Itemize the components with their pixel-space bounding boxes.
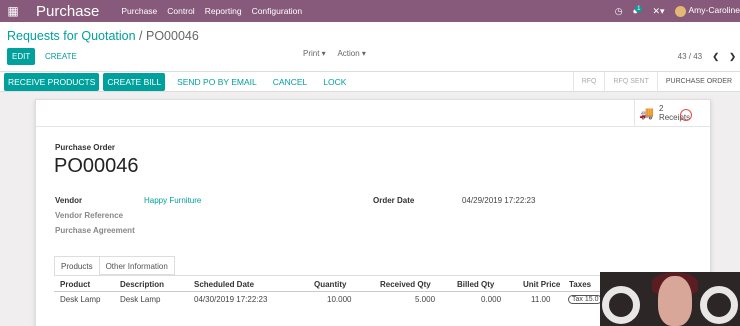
send-po-button[interactable]: SEND PO BY EMAIL <box>173 73 261 91</box>
debug-icon[interactable]: ✕▾ <box>652 6 664 17</box>
app-title[interactable]: Purchase <box>36 3 99 20</box>
menu-purchase[interactable]: Purchase <box>121 6 157 16</box>
cancel-button[interactable]: CANCEL <box>269 73 311 91</box>
cell-billed-qty: 0.000 <box>481 295 502 304</box>
vendor-label: Vendor <box>55 196 83 205</box>
tax-tag[interactable]: Tax 15.0 <box>568 295 603 304</box>
actions-bar: Print ▾ Action ▾ <box>303 49 376 58</box>
pager-value[interactable]: 43 / 43 <box>678 52 702 61</box>
create-bill-button[interactable]: CREATE BILL <box>103 72 166 91</box>
document-type-label: Purchase Order <box>55 143 116 152</box>
edit-button[interactable]: EDIT <box>7 48 36 65</box>
apps-grid-icon[interactable]: ▦ <box>2 0 24 22</box>
order-date-value: 04/29/2019 17:22:23 <box>462 196 536 205</box>
control-panel: Requests for Quotation / PO00046 EDIT CR… <box>0 22 740 72</box>
avatar <box>674 5 686 17</box>
cell-description: Desk Lamp <box>120 295 161 304</box>
receipts-smart-button[interactable]: 🚚 2 Receipts <box>634 100 710 126</box>
vendor-reference-label: Vendor Reference <box>55 211 124 220</box>
menu-configuration[interactable]: Configuration <box>252 6 303 16</box>
col-scheduled-date[interactable]: Scheduled Date <box>194 280 254 289</box>
menu-control[interactable]: Control <box>167 6 194 16</box>
stage-rfq-sent[interactable]: RFQ SENT <box>604 72 656 92</box>
webcam-ring-shape <box>700 286 738 324</box>
user-menu[interactable]: Amy-Caroline <box>674 5 740 17</box>
pager: 43 / 43 ❮ ❯ <box>678 52 736 61</box>
pager-next-icon[interactable]: ❯ <box>729 52 736 61</box>
print-dropdown[interactable]: Print ▾ <box>303 49 326 58</box>
col-quantity[interactable]: Quantity <box>314 280 346 289</box>
notebook-tabs: Products Other Information <box>54 256 175 275</box>
tab-other-information[interactable]: Other Information <box>99 256 175 275</box>
col-received-qty[interactable]: Received Qty <box>380 280 431 289</box>
message-badge: 1 <box>635 6 643 12</box>
purchase-agreement-label: Purchase Agreement <box>55 226 135 235</box>
receive-products-button[interactable]: RECEIVE PRODUCTS <box>4 72 100 91</box>
status-bar: RECEIVE PRODUCTS CREATE BILL SEND PO BY … <box>0 72 740 92</box>
breadcrumb: Requests for Quotation / PO00046 <box>7 29 199 43</box>
cell-product: Desk Lamp <box>60 295 101 304</box>
cell-quantity: 10.000 <box>327 295 352 304</box>
col-billed-qty[interactable]: Billed Qty <box>457 280 494 289</box>
cell-scheduled-date: 04/30/2019 17:22:23 <box>194 295 268 304</box>
col-unit-price[interactable]: Unit Price <box>523 280 560 289</box>
cell-taxes: Tax 15.0 <box>568 294 603 304</box>
breadcrumb-separator: / <box>139 29 143 43</box>
stage-rfq[interactable]: RFQ <box>572 72 605 92</box>
stage-pipeline: RFQ RFQ SENT PURCHASE ORDER <box>572 72 740 92</box>
messages-icon[interactable]: ●1 <box>633 6 643 16</box>
truck-icon: 🚚 <box>639 106 654 120</box>
breadcrumb-parent-link[interactable]: Requests for Quotation <box>7 29 136 43</box>
order-date-label: Order Date <box>373 196 415 205</box>
col-product[interactable]: Product <box>60 280 90 289</box>
webcam-overlay <box>600 272 740 326</box>
clock-icon[interactable]: ◷ <box>615 6 623 17</box>
col-description[interactable]: Description <box>120 280 164 289</box>
systray: ◷ ●1 ✕▾ Amy-Caroline <box>615 0 740 22</box>
create-button[interactable]: CREATE <box>45 52 77 61</box>
stage-purchase-order[interactable]: PURCHASE ORDER <box>656 72 740 92</box>
menu-reporting[interactable]: Reporting <box>205 6 242 16</box>
button-box: 🚚 2 Receipts <box>36 100 710 127</box>
click-indicator <box>680 109 692 121</box>
breadcrumb-current: PO00046 <box>146 29 199 43</box>
top-navbar: ▦ Purchase Purchase Control Reporting Co… <box>0 0 740 22</box>
action-dropdown[interactable]: Action ▾ <box>337 49 365 58</box>
cell-received-qty: 5.000 <box>415 295 436 304</box>
user-name: Amy-Caroline <box>688 5 740 16</box>
lock-button[interactable]: LOCK <box>319 73 350 91</box>
vendor-link[interactable]: Happy Furniture <box>144 196 201 205</box>
cell-unit-price: 11.00 <box>531 295 551 304</box>
document-name: PO00046 <box>54 155 139 177</box>
webcam-person-face <box>658 276 692 326</box>
col-taxes[interactable]: Taxes <box>569 280 591 289</box>
webcam-ring-shape <box>602 286 640 324</box>
tab-products[interactable]: Products <box>54 256 100 275</box>
pager-previous-icon[interactable]: ❮ <box>712 52 719 61</box>
